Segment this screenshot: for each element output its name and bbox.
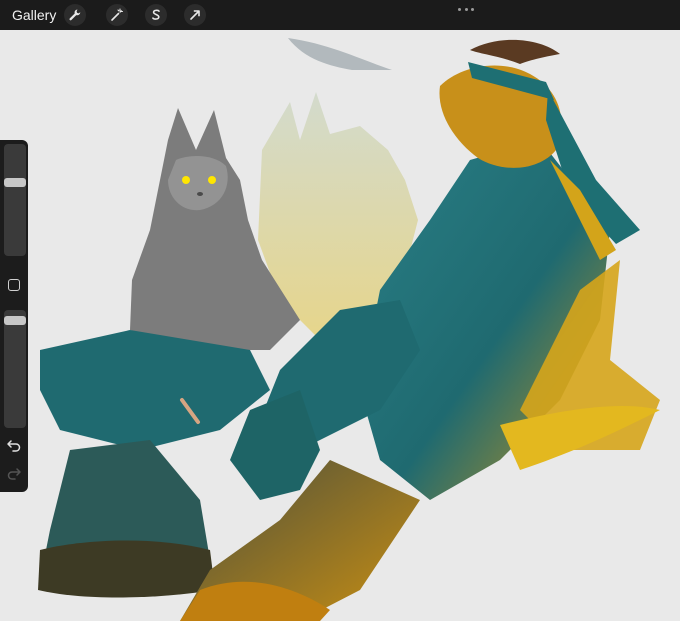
selection-s-icon[interactable] — [145, 4, 167, 26]
creature-eye-left — [182, 176, 190, 184]
smoke-swoosh — [288, 38, 392, 70]
brush-size-slider[interactable] — [4, 144, 26, 256]
magic-wand-icon[interactable] — [106, 4, 128, 26]
square-icon[interactable] — [8, 279, 20, 291]
brush-opacity-slider[interactable] — [4, 310, 26, 428]
drawing-canvas[interactable] — [0, 30, 680, 621]
ellipsis-icon[interactable] — [458, 6, 474, 12]
undo-icon[interactable] — [6, 437, 22, 453]
man-leg-left — [40, 330, 270, 450]
top-toolbar: Gallery — [0, 0, 680, 30]
brush-sidebar — [0, 140, 28, 492]
transform-arrow-icon[interactable] — [184, 4, 206, 26]
brush-size-thumb[interactable] — [4, 178, 26, 187]
wrench-icon[interactable] — [64, 4, 86, 26]
redo-icon[interactable] — [6, 465, 22, 481]
gallery-button[interactable]: Gallery — [12, 7, 56, 23]
brush-opacity-thumb[interactable] — [4, 316, 26, 325]
artwork — [38, 38, 660, 621]
creature-eye-right — [208, 176, 216, 184]
